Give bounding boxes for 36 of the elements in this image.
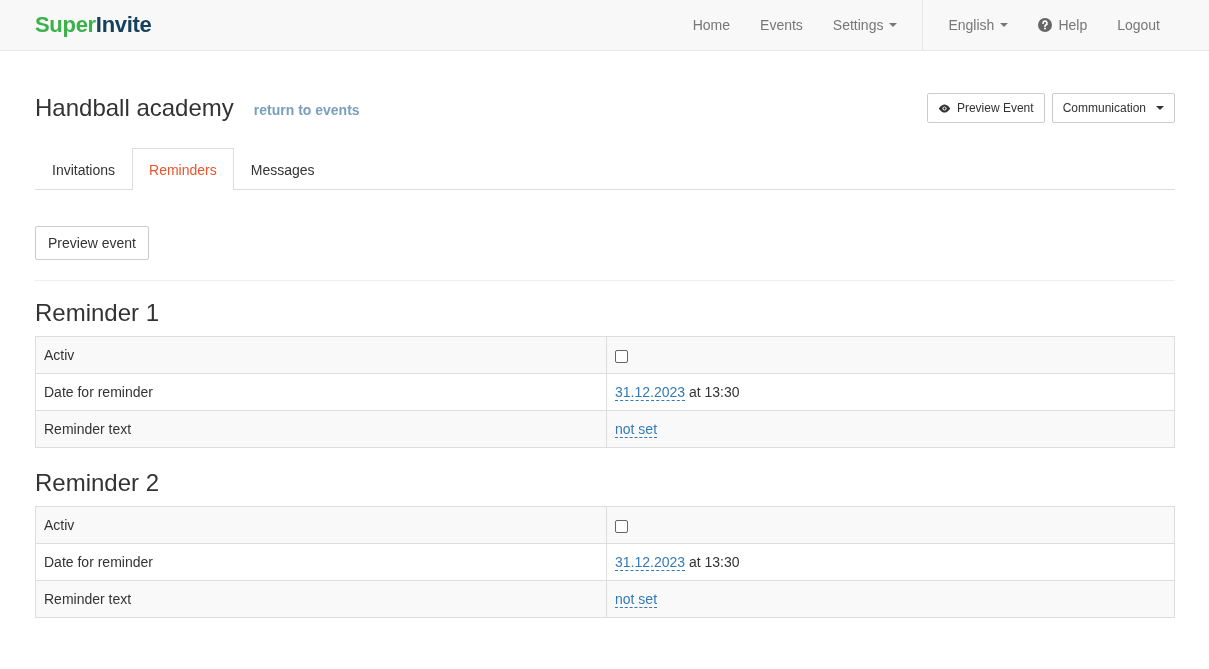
checkbox[interactable] [615, 519, 628, 533]
time-text: at 13:30 [688, 554, 740, 570]
return-link[interactable]: return to events [253, 102, 360, 118]
section-heading: Reminder 1 [35, 299, 161, 327]
row-label: Reminder text [44, 421, 132, 437]
tab[interactable]: Messages [233, 148, 332, 190]
action-button[interactable]: Communication [1051, 93, 1175, 123]
tab[interactable]: Reminders [132, 148, 234, 190]
nav-link[interactable]: Home [677, 0, 746, 50]
time-text: at 13:30 [688, 384, 740, 400]
caret-icon [1156, 106, 1164, 110]
action-button[interactable]: Preview Event [926, 93, 1045, 123]
tab[interactable]: Invitations [35, 148, 133, 190]
logo[interactable]: SuperInvite [35, 12, 152, 38]
row-label: Reminder text [44, 591, 132, 607]
preview-event-button[interactable]: Preview event [35, 226, 149, 260]
row-label: Date for reminder [44, 384, 153, 400]
date-link[interactable]: 31.12.2023 [615, 384, 686, 401]
nav-link[interactable]: English [933, 0, 1024, 50]
help-icon [1038, 18, 1053, 32]
caret-icon [889, 23, 898, 27]
section-heading: Reminder 2 [35, 469, 161, 497]
nav-link[interactable]: Events [745, 0, 818, 50]
caret-icon [1000, 23, 1009, 27]
nav-link[interactable]: Settings [817, 0, 913, 50]
page-title: Handball academy [35, 94, 234, 122]
eye-icon [937, 103, 951, 113]
text-link[interactable]: not set [615, 421, 658, 438]
row-label: Activ [44, 347, 75, 363]
row-label: Date for reminder [44, 554, 153, 570]
nav-link[interactable]: Logout [1102, 0, 1175, 50]
checkbox[interactable] [615, 349, 628, 363]
text-link[interactable]: not set [615, 591, 658, 608]
row-label: Activ [44, 517, 75, 533]
date-link[interactable]: 31.12.2023 [615, 554, 686, 571]
nav-link[interactable]: Help [1023, 0, 1103, 50]
